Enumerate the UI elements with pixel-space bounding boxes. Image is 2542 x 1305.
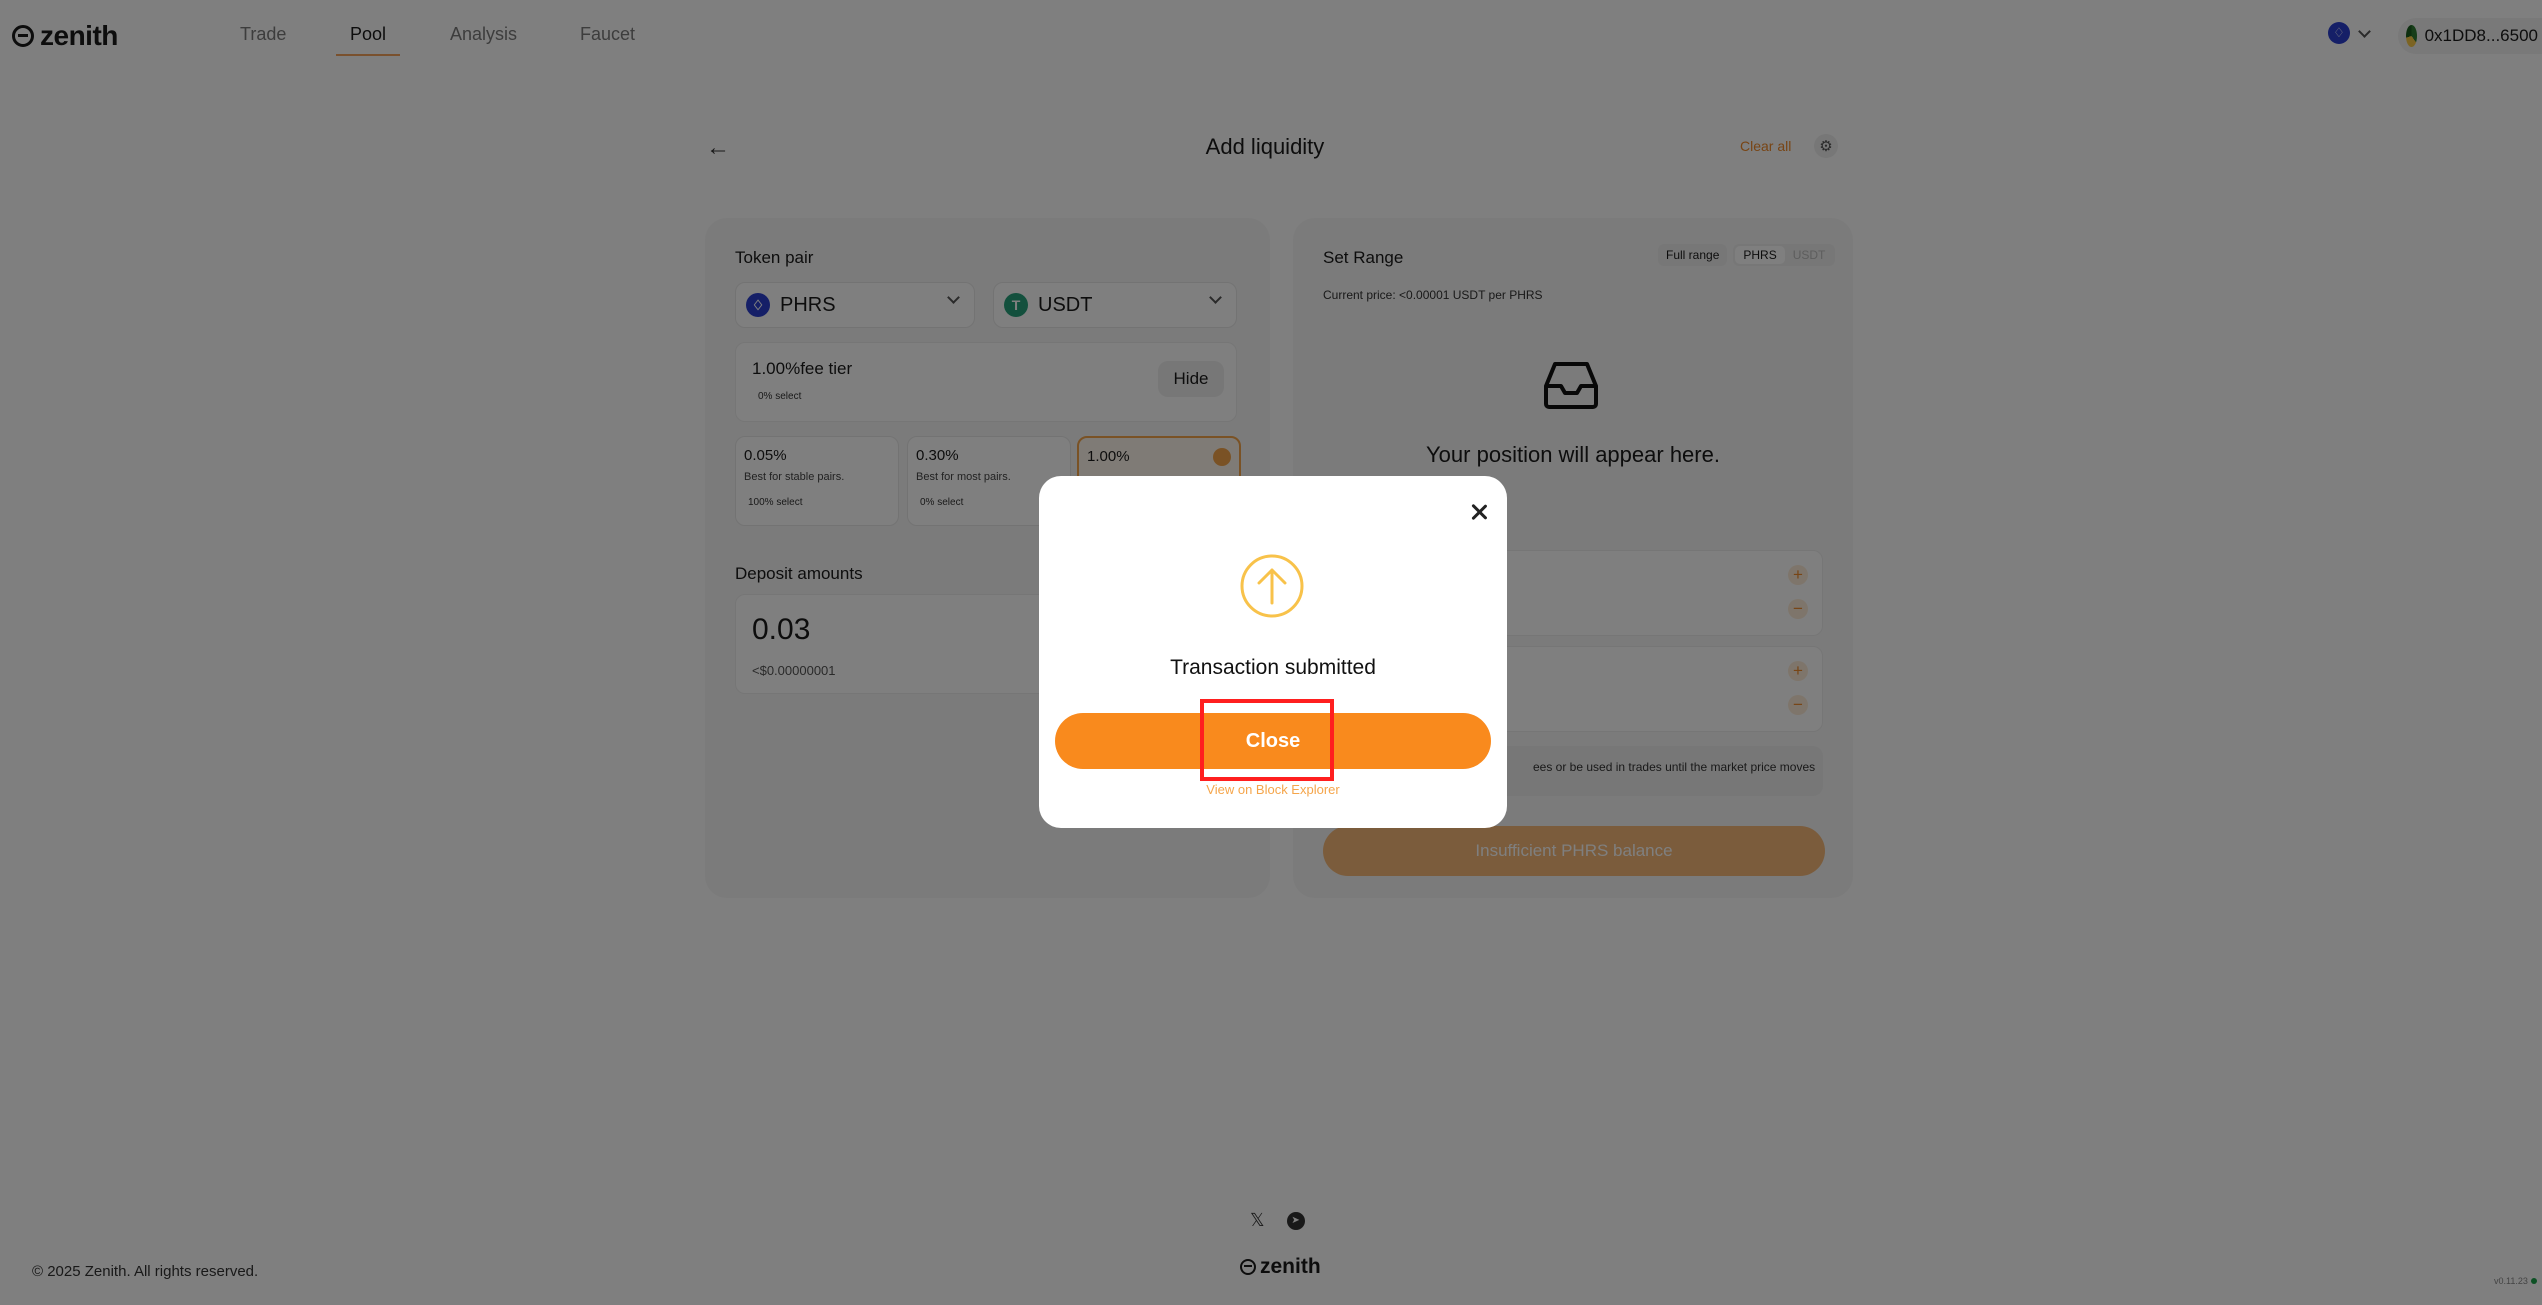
arrow-up-circle-icon <box>1240 554 1304 618</box>
close-button-highlight <box>1200 699 1334 781</box>
view-on-explorer-link[interactable]: View on Block Explorer <box>1039 782 1507 797</box>
modal-message: Transaction submitted <box>1170 656 1376 679</box>
close-icon[interactable] <box>1467 500 1491 524</box>
